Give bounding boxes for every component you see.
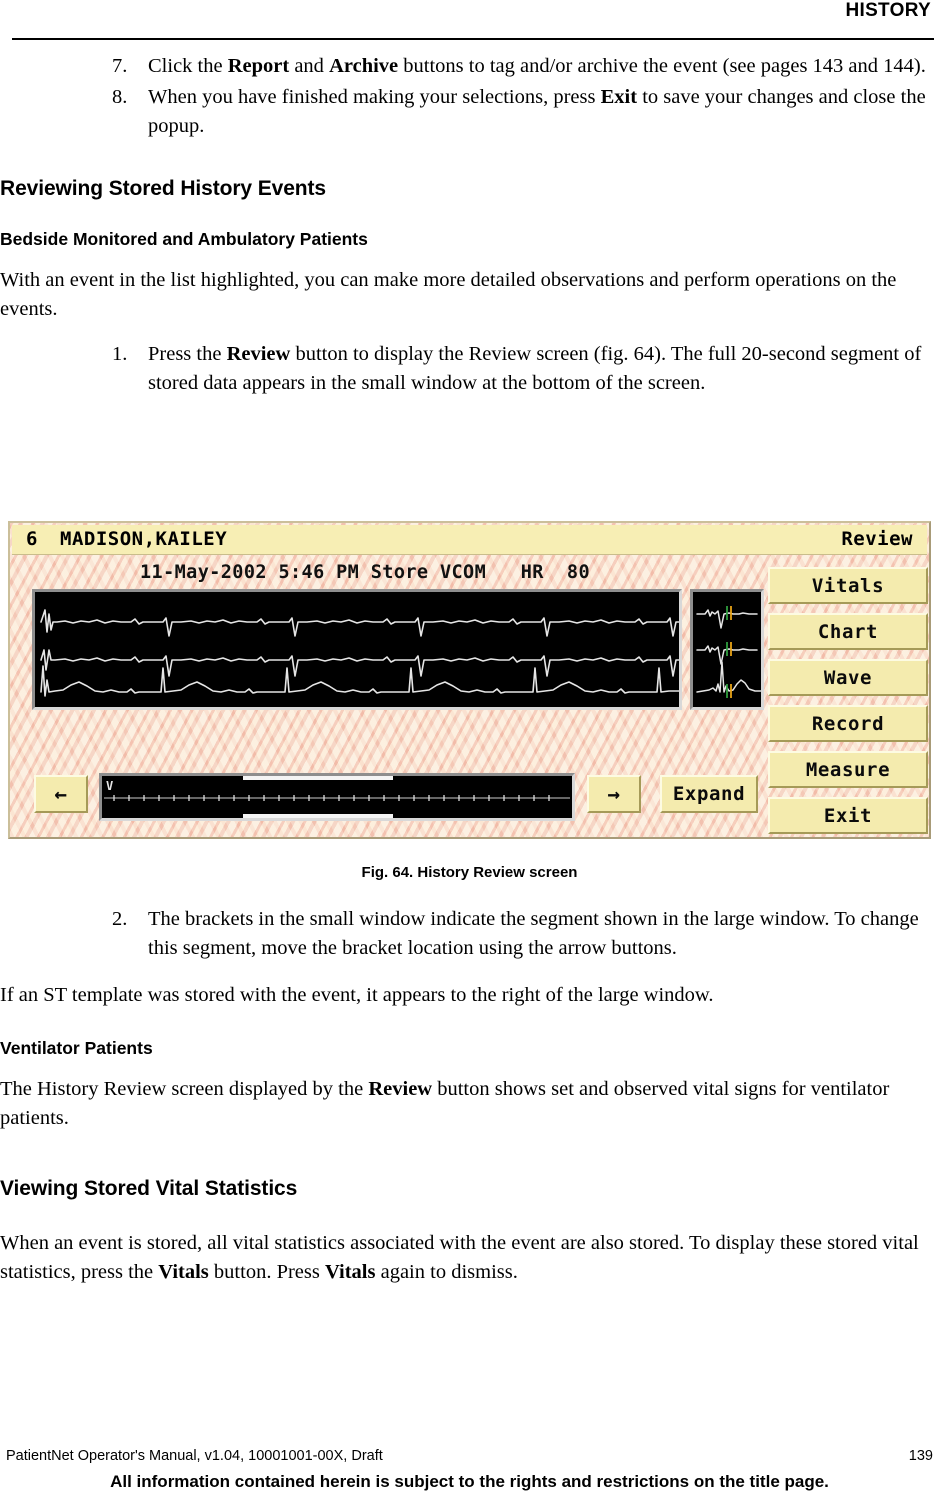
subheading-ventilator: Ventilator Patients — [0, 1038, 153, 1058]
list-item: 2. The brackets in the small window indi… — [0, 905, 939, 963]
mode-label-review: Review — [841, 528, 913, 550]
list-item-text: Click the Report and Archive buttons to … — [148, 55, 926, 77]
large-waveform-window[interactable] — [32, 589, 682, 710]
wave-button[interactable]: Wave — [768, 659, 928, 696]
list-item: 1. Press the Review button to display th… — [0, 340, 939, 398]
list-item-number: 1. — [112, 343, 128, 365]
overview-trace: V — [104, 776, 570, 818]
footer-manual-info: PatientNet Operator's Manual, v1.04, 100… — [6, 1448, 383, 1464]
paragraph-reviewing-intro: With an event in the list highlighted, y… — [0, 269, 897, 320]
ecg-traces — [40, 609, 679, 697]
vitals-button[interactable]: Vitals — [768, 567, 928, 604]
list-item: 8. When you have finished making your se… — [0, 83, 939, 141]
list-item-text: When you have finished making your selec… — [148, 86, 926, 137]
figure-caption: Fig. 64. History Review screen — [361, 864, 578, 881]
measure-button[interactable]: Measure — [768, 751, 928, 788]
expand-button[interactable]: Expand — [660, 775, 758, 813]
paragraph-vital-statistics: When an event is stored, all vital stati… — [0, 1232, 919, 1283]
list-item-text: Press the Review button to display the R… — [148, 343, 922, 394]
segment-bracket-indicators — [243, 776, 393, 818]
scroll-left-arrow-button[interactable]: ← — [34, 775, 88, 813]
page-footer: PatientNet Operator's Manual, v1.04, 100… — [0, 1412, 939, 1491]
svg-text:V: V — [106, 779, 113, 793]
exit-button[interactable]: Exit — [768, 797, 928, 834]
running-head-title: HISTORY — [845, 0, 931, 21]
monitor-title-bar: 6 MADISON,KAILEY Review — [12, 525, 927, 555]
st-template-traces — [696, 606, 761, 698]
numbered-list-review-cont: 2. The brackets in the small window indi… — [0, 905, 939, 963]
patient-name: MADISON,KAILEY — [60, 528, 228, 550]
list-item-number: 8. — [112, 86, 128, 108]
page-running-head: HISTORY — [0, 0, 939, 40]
bed-number: 6 — [26, 528, 38, 550]
list-item-text: The brackets in the small window indicat… — [148, 908, 919, 959]
st-template-window[interactable] — [690, 589, 764, 710]
section-heading-reviewing: Reviewing Stored History Events — [0, 177, 326, 200]
numbered-list-review: 1. Press the Review button to display th… — [0, 340, 939, 398]
footer-page-number: 139 — [908, 1448, 933, 1464]
page-content: 7. Click the Report and Archive buttons … — [0, 52, 939, 400]
numbered-list-top: 7. Click the Report and Archive buttons … — [0, 52, 939, 141]
chart-button[interactable]: Chart — [768, 613, 928, 650]
page-content-lower: 2. The brackets in the small window indi… — [0, 905, 939, 1287]
figure-history-review-screen: 6 MADISON,KAILEY Review 11-May-2002 5:46… — [8, 521, 931, 839]
list-item-number: 7. — [112, 55, 128, 77]
subheading-bedside: Bedside Monitored and Ambulatory Patient… — [0, 229, 368, 249]
scroll-right-arrow-button[interactable]: → — [587, 775, 641, 813]
list-item-number: 2. — [112, 908, 128, 930]
footer-divider — [8, 1412, 931, 1413]
section-heading-vital-statistics: Viewing Stored Vital Statistics — [0, 1177, 298, 1200]
list-item: 7. Click the Report and Archive buttons … — [0, 52, 939, 81]
small-overview-window[interactable]: V — [99, 773, 575, 821]
footer-legal-note: All information contained herein is subj… — [110, 1472, 829, 1491]
header-divider — [12, 38, 934, 40]
paragraph-ventilator: The History Review screen displayed by t… — [0, 1078, 890, 1129]
status-line: 11-May-2002 5:46 PM Store VCOM HR 80 — [140, 562, 590, 583]
record-button[interactable]: Record — [768, 705, 928, 742]
monitor-panel: 6 MADISON,KAILEY Review 11-May-2002 5:46… — [8, 521, 931, 839]
paragraph-st-template: If an ST template was stored with the ev… — [0, 984, 714, 1006]
